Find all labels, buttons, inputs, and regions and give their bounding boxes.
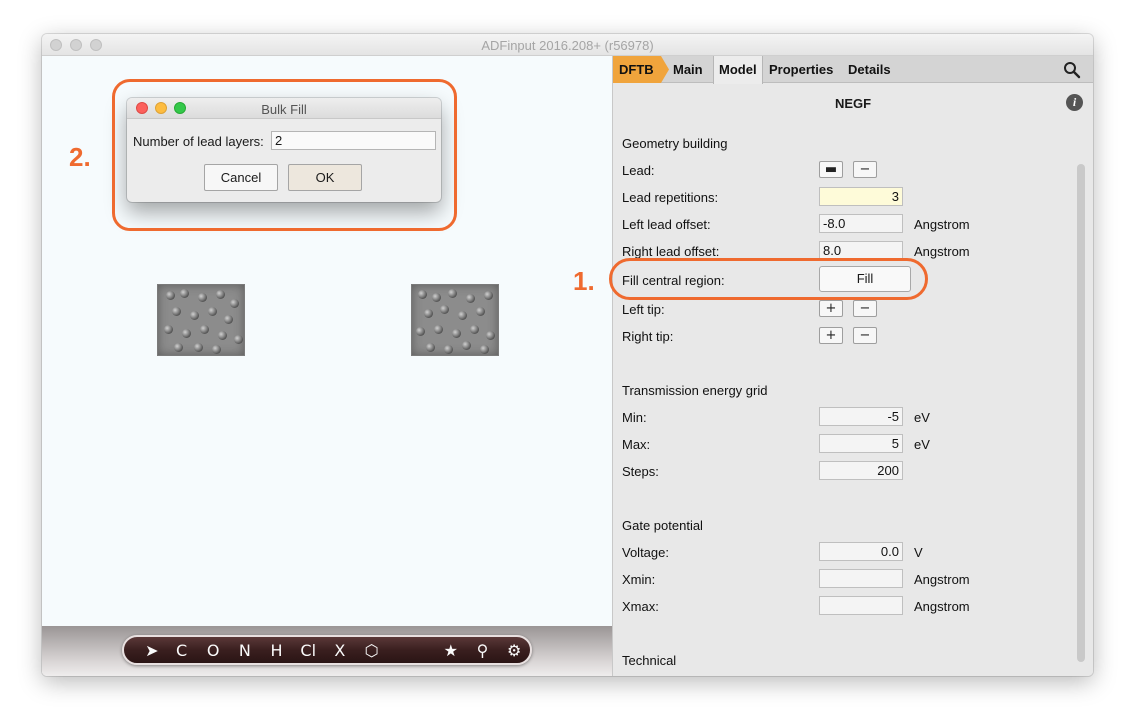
max-label: Max:: [622, 437, 651, 452]
window-title: ADFinput 2016.208+ (r56978): [481, 38, 654, 53]
tab-model[interactable]: Model: [713, 56, 763, 84]
section-technical: Technical: [622, 653, 677, 668]
voltage-label: Voltage:: [622, 545, 669, 560]
tab-main[interactable]: Main: [673, 56, 703, 83]
lead-label: Lead:: [622, 163, 655, 178]
section-geometry-building: Geometry building: [622, 136, 728, 151]
search-icon[interactable]: [1063, 61, 1081, 79]
voltage-unit: V: [914, 545, 923, 560]
info-icon[interactable]: i: [1066, 94, 1083, 111]
min-unit: eV: [914, 410, 930, 425]
min-input[interactable]: -5: [819, 407, 903, 426]
annotation-fill-highlight: [609, 258, 928, 300]
tab-bar: DFTB Main Model Properties Details: [613, 56, 1093, 84]
voltage-input[interactable]: 0.0: [819, 542, 903, 561]
tab-dftb[interactable]: DFTB: [613, 56, 669, 83]
left-tip-label: Left tip:: [622, 302, 665, 317]
section-transmission-energy-grid: Transmission energy grid: [622, 383, 768, 398]
lead-repetitions-input[interactable]: 3: [819, 187, 903, 206]
steps-label: Steps:: [622, 464, 659, 479]
section-gate-potential: Gate potential: [622, 518, 703, 533]
steps-input[interactable]: 200: [819, 461, 903, 480]
right-lead-offset-label: Right lead offset:: [622, 244, 720, 259]
right-lead-offset-unit: Angstrom: [914, 244, 970, 259]
annotation-dialog-highlight: [112, 79, 457, 231]
element-h-button[interactable]: H: [261, 641, 293, 660]
element-toolbar: ➤ C O N H Cl X ⬡ ★ ⚲ ⚙: [122, 635, 532, 665]
add-left-tip-button[interactable]: +: [819, 300, 843, 317]
favorites-star-icon[interactable]: ★: [435, 641, 467, 660]
min-label: Min:: [622, 410, 647, 425]
tab-details[interactable]: Details: [848, 56, 891, 83]
remove-left-tip-button[interactable]: −: [853, 300, 877, 317]
ring-hexagon-icon[interactable]: ⬡: [356, 641, 388, 660]
lead-repetitions-label: Lead repetitions:: [622, 190, 719, 205]
max-unit: eV: [914, 437, 930, 452]
panel-heading: NEGF: [834, 96, 872, 111]
xmin-unit: Angstrom: [914, 572, 970, 587]
right-tip-label: Right tip:: [622, 329, 674, 344]
negf-panel: DFTB Main Model Properties Details NEGF …: [612, 56, 1093, 676]
add-right-tip-button[interactable]: +: [819, 327, 843, 344]
element-o-button[interactable]: O: [197, 641, 229, 660]
left-lead-offset-label: Left lead offset:: [622, 217, 711, 232]
element-c-button[interactable]: C: [166, 641, 198, 660]
left-lead-offset-input[interactable]: -8.0: [819, 214, 903, 233]
right-lead-structure[interactable]: [411, 284, 499, 356]
pin-icon[interactable]: ⚲: [467, 641, 499, 660]
left-lead-structure[interactable]: [157, 284, 245, 356]
left-lead-offset-unit: Angstrom: [914, 217, 970, 232]
remove-right-tip-button[interactable]: −: [853, 327, 877, 344]
element-cl-button[interactable]: Cl: [292, 641, 324, 660]
xmin-label: Xmin:: [622, 572, 656, 587]
title-bar[interactable]: ADFinput 2016.208+ (r56978): [42, 34, 1093, 56]
element-n-button[interactable]: N: [229, 641, 261, 660]
select-tool-arrow-icon[interactable]: ➤: [138, 641, 166, 660]
tab-properties[interactable]: Properties: [769, 56, 833, 83]
xmax-label: Xmax:: [622, 599, 659, 614]
remove-lead-button[interactable]: −: [853, 161, 877, 178]
xmax-input[interactable]: [819, 596, 903, 615]
xmin-input[interactable]: [819, 569, 903, 588]
annotation-step-1: 1.: [573, 266, 595, 296]
settings-gear-icon[interactable]: ⚙: [498, 641, 530, 660]
max-input[interactable]: 5: [819, 434, 903, 453]
xmax-unit: Angstrom: [914, 599, 970, 614]
annotation-step-2: 2.: [69, 142, 91, 172]
panel-scrollbar[interactable]: [1077, 164, 1085, 662]
open-folder-icon[interactable]: ▬: [819, 161, 843, 178]
element-x-button[interactable]: X: [324, 641, 356, 660]
